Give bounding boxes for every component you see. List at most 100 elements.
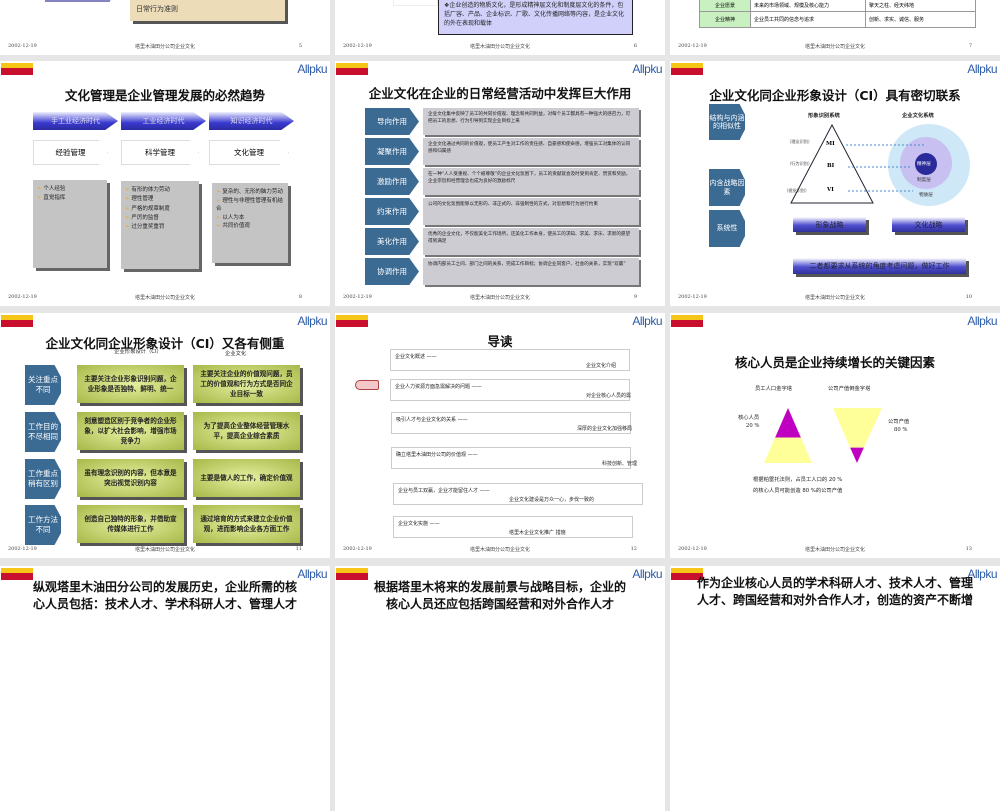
point: 严格的规章制度: [125, 205, 195, 214]
points-box: 有形的体力劳动理性管理严格的规章制度严厉的监督过分重奖重罚: [121, 181, 199, 269]
label-strategy: 内含战略因素: [709, 169, 745, 206]
page-number: 8: [298, 294, 302, 300]
point: 过分重奖重罚: [125, 223, 195, 232]
label-similarity: 结构与内涵的相似性: [709, 104, 745, 140]
culture-cell: 主要是做人的工作，确定价值观: [193, 459, 300, 497]
parchment-text: 日常行为准则: [136, 5, 178, 13]
guide-item: 企业与员工双赢，企业才能留住人才 —— 企业文化建设是万众一心，步伐一致的: [393, 483, 643, 505]
page-number: 11: [295, 546, 302, 552]
role-label: 导向作用: [365, 108, 419, 135]
cell-desc: 企业员工共同的信念与追求: [750, 12, 865, 27]
page-number: 6: [633, 43, 637, 49]
slide-16[interactable]: Allpku 作为企业核心人员的学术科研人才、技术人才、管理 人才、跨国经营和对…: [670, 566, 1000, 811]
guide-item: 企业人力资源方面急需解决的问题 —— 对企业核心人员的需: [390, 379, 632, 401]
petrochina-logo: [1, 315, 33, 327]
output-label: 公司产值: [888, 419, 910, 425]
layer-system: 制度层: [917, 178, 931, 183]
slide-11[interactable]: Allpku 企业文化同企业形象设计（CI）又各有侧重 企业形象设计（CI） 企…: [0, 313, 330, 558]
core-staff-segment: [775, 408, 801, 438]
guide-item: 吸引人才与企业文化的关系 —— 深厚的企业文化加强移局: [391, 412, 633, 434]
slide-footer: 2002-12-19 塔里木油田分公司企业文化 11: [0, 546, 330, 554]
slide-6[interactable]: ❖企业创造的物质文化，是形成精神层文化和制度层文化的条件，包括厂容、产品、企业标…: [335, 0, 665, 55]
point: 理性与非理性管理有机结合: [216, 197, 284, 214]
guide-subtitle: 对企业核心人员的需: [586, 393, 632, 399]
culture-cell: 为了提高企业整体经营管理水平，提高企业综合素质: [193, 412, 300, 450]
slide-title-line-1: 作为企业核心人员的学术科研人才、技术人才、管理: [696, 576, 973, 590]
guide-item: 企业文化实施 —— 塔里木企业文化推广 措施: [393, 516, 633, 538]
core-value: 20 %: [746, 423, 760, 429]
slide-title-line-2: 心人员包括：技术人才、学术科研人才、管理人才: [32, 597, 297, 611]
cell-value: 擎天之柱、经天纬地: [865, 0, 975, 11]
culture-strategy-bar: 文化战略: [892, 217, 965, 232]
panel-text: 企业创造的物质文化，是形成精神层文化和制度层文化的条件，包括厂容、产品、企业标识…: [444, 2, 625, 27]
slide-title: 文化管理是企业管理发展的必然趋势: [64, 88, 265, 103]
slide-13[interactable]: Allpku 核心人员是企业持续增长的关键因素 员工人口金字塔 公司产值倒金字塔…: [670, 313, 1000, 558]
bi-name: （行为识别）: [787, 161, 813, 166]
guide-topic: 企业文化实施 ——: [398, 521, 440, 527]
point: 以人为本: [216, 214, 284, 223]
points-box: 复杂的、无形的脑力劳动理性与非理性管理有机结合以人为本共同价值观: [212, 183, 288, 263]
footer-title: 塔里木油田分公司企业文化: [469, 44, 530, 50]
petrochina-logo: [1, 63, 33, 75]
bi-label: BI: [827, 163, 835, 169]
era-banner: 手工业经济时代: [33, 112, 118, 130]
slide-footer: 2002-12-19 塔里木油田分公司企业文化 8: [0, 294, 330, 302]
layer-material: 物质层: [919, 193, 933, 198]
slide-12[interactable]: Allpku 导读 企业文化概述 —— 企业文化介绍 企业人力资源方面急需解决的问题…: [335, 313, 665, 558]
slide-10[interactable]: Allpku 企业文化同企业形象设计（CI）具有密切联系 形象识别系统 企业文化…: [670, 61, 1000, 306]
system-bar: 二者都要求从系统的角度考虑问题，做好工作: [793, 258, 966, 274]
label-systematic: 系统性: [709, 210, 745, 247]
slide-15[interactable]: Allpku 根据塔里木将来的发展前景与战略目标，企业的 核心人员还应包括跨国经…: [335, 566, 665, 811]
slide-footer: 2002-12-19 塔里木油田分公司企业文化 13: [670, 546, 1000, 554]
slide-title: 企业文化在企业的日常经营活动中发挥巨大作用: [368, 86, 632, 101]
slide-7[interactable]: 企业愿景 未来的市场领域、规模及核心能力 擎天之柱、经天纬地 企业精神 企业员工…: [670, 0, 1000, 55]
output-value: 80 %: [894, 427, 908, 433]
culture-cell: 主要关注企业的价值观问题，员工的价值观和行为方式是否同企业目标一致: [193, 365, 300, 403]
ci-cell: 创造自己独特的形象，并借助宣传媒体进行工作: [77, 505, 184, 543]
culture-cell: 通过培育的方式来建立企业价值观，进而影响企业各方面工作: [193, 505, 300, 543]
slide-8[interactable]: Allpku 文化管理是企业管理发展的必然趋势 手工业经济时代 工业经济时代 知…: [0, 61, 330, 306]
point: 有形的体力劳动: [125, 186, 195, 195]
table-row: 企业愿景 未来的市场领域、规模及核心能力 擎天之柱、经天纬地: [700, 0, 975, 12]
col-header-ci: 企业形象设计（CI）: [114, 349, 162, 355]
point: 个人经验: [37, 185, 103, 194]
col-header-culture: 企业文化: [225, 351, 247, 357]
footer-title: 塔里木油田分公司企业文化: [134, 295, 195, 301]
image-strategy-bar: 形象战略: [793, 217, 866, 232]
footer-title: 塔里木油田分公司企业文化: [804, 44, 865, 50]
guide-subtitle: 深厚的企业文化加强移局: [577, 426, 633, 432]
role-label: 凝聚作用: [365, 138, 419, 165]
slide-5[interactable]: 日常行为准则 2002-12-19 塔里木油田分公司企业文化 5: [0, 0, 330, 55]
staff-pyramid-base: [764, 437, 812, 463]
page-number: 9: [633, 294, 637, 300]
parchment-box: 日常行为准则: [130, 0, 285, 21]
slide-title-line-2: 核心人员还应包括跨国经营和对外合作人才: [385, 597, 614, 611]
page-number: 10: [965, 294, 972, 300]
role-label: 美化作用: [365, 228, 419, 255]
aspect-label: 工作重点稍有区别: [25, 459, 61, 499]
ci-cell: 刻意塑造区别于竞争者的企业形象，以扩大社会影响，增强市场竞争力: [77, 412, 184, 450]
footer-title: 塔里木油田分公司企业文化: [804, 295, 865, 301]
vi-label: VI: [827, 187, 834, 193]
aspect-label: 关注重点不同: [25, 365, 61, 405]
point: 直觉指挥: [37, 194, 103, 203]
page-number: 13: [965, 546, 972, 552]
era-banner: 知识经济时代: [209, 112, 294, 130]
slide-footer: 2002-12-19 塔里木油田分公司企业文化 9: [335, 294, 665, 302]
role-description: 企业文化集中反映了员工的共同价值观、理念和共同利益，对每个员工都具有一种强大的感…: [423, 108, 639, 135]
guide-topic: 吸引人才与企业文化的关系 ——: [396, 417, 468, 423]
slide-title: 企业文化同企业形象设计（CI）又各有侧重: [45, 336, 285, 351]
slide-9[interactable]: Allpku 企业文化在企业的日常经营活动中发挥巨大作用 导向作用 企业文化集中反…: [335, 61, 665, 306]
point: 复杂的、无形的脑力劳动: [216, 188, 284, 197]
guide-topic: 企业文化概述 ——: [395, 354, 437, 360]
footer-title: 塔里木油田分公司企业文化: [134, 547, 195, 553]
slide-14[interactable]: Allpku 纵观塔里木油田分公司的发展历史，企业所需的核 心人员包括：技术人才…: [0, 566, 330, 811]
page-number: 12: [630, 546, 637, 552]
note-line-2: 的核心人员可能创造 80 %的公司产值: [753, 488, 843, 494]
role-label: 协调作用: [365, 258, 419, 285]
output-share-segment: [833, 408, 882, 448]
point: 严厉的监督: [125, 214, 195, 223]
slide-footer: 2002-12-19 塔里木油田分公司企业文化 5: [0, 43, 330, 51]
points-box: 个人经验直觉指挥: [33, 180, 107, 268]
text-panel: ❖企业创造的物质文化，是形成精神层文化和制度层文化的条件，包括厂容、产品、企业标…: [438, 0, 633, 35]
